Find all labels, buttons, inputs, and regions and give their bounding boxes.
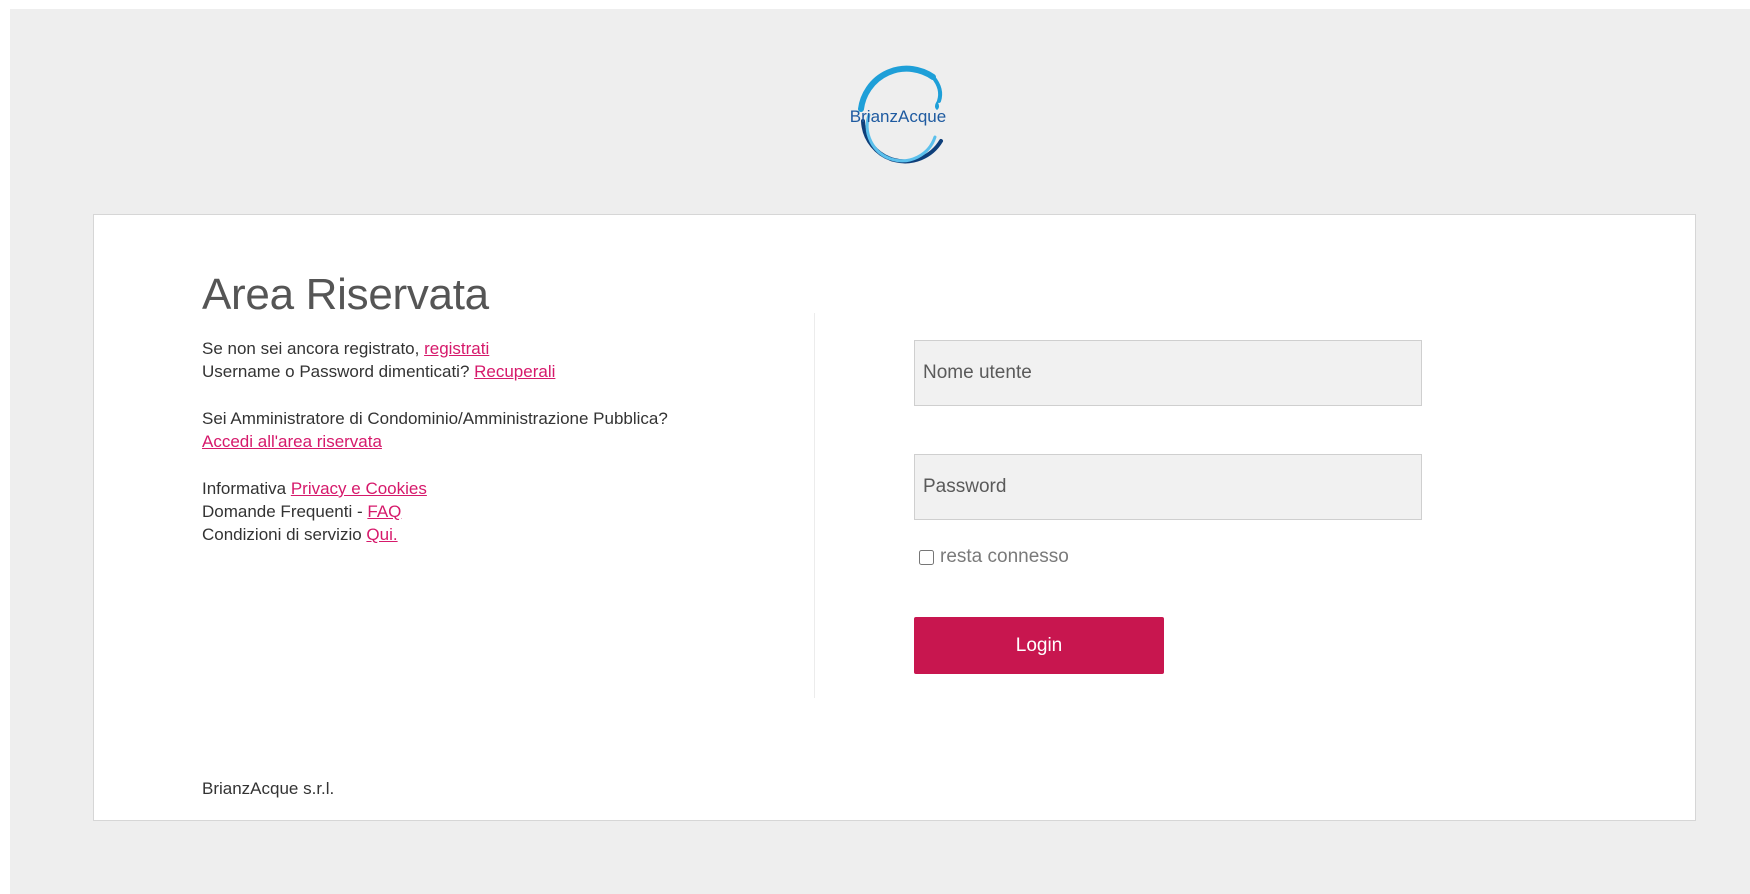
faq-line: Domande Frequenti - FAQ [202,500,802,523]
login-form: resta connesso Login [914,340,1422,674]
remember-me[interactable]: resta connesso [914,545,1422,569]
page-title: Area Riservata [202,270,489,319]
privacy-link[interactable]: Privacy e Cookies [291,479,427,498]
company-footer: BrianzAcque s.r.l. [202,779,335,798]
recover-prefix: Username o Password dimenticati? [202,362,475,381]
login-card: Area Riservata Se non sei ancora registr… [93,214,1696,821]
password-input[interactable] [914,454,1422,520]
register-line: Se non sei ancora registrato, registrati [202,337,802,360]
recover-link[interactable]: Recuperali [474,362,555,381]
privacy-line: Informativa Privacy e Cookies [202,477,802,500]
brianzacque-logo[interactable]: BrianzAcque [833,49,963,179]
faq-prefix: Domande Frequenti - [202,502,368,521]
username-input[interactable] [914,340,1422,406]
admin-area-link[interactable]: Accedi all'area riservata [202,432,382,451]
privacy-prefix: Informativa [202,479,291,498]
terms-link[interactable]: Qui. [366,525,397,544]
logo-text: BrianzAcque [850,107,946,126]
page-background: BrianzAcque Area Riservata Se non sei an… [10,9,1750,894]
logo-ring-icon: BrianzAcque [850,65,946,164]
terms-prefix: Condizioni di servizio [202,525,367,544]
info-panel: Area Riservata Se non sei ancora registr… [202,270,802,546]
remember-me-checkbox[interactable] [919,549,934,565]
remember-me-label: resta connesso [940,546,1069,567]
column-divider [814,313,815,698]
admin-line: Accedi all'area riservata [202,430,802,453]
terms-line: Condizioni di servizio Qui. [202,523,802,546]
faq-link[interactable]: FAQ [367,502,401,521]
recover-line: Username o Password dimenticati? Recuper… [202,360,802,383]
register-link[interactable]: registrati [424,339,489,358]
login-button[interactable]: Login [914,617,1164,674]
register-prefix: Se non sei ancora registrato, [202,339,425,358]
admin-question: Sei Amministratore di Condominio/Amminis… [202,409,668,428]
